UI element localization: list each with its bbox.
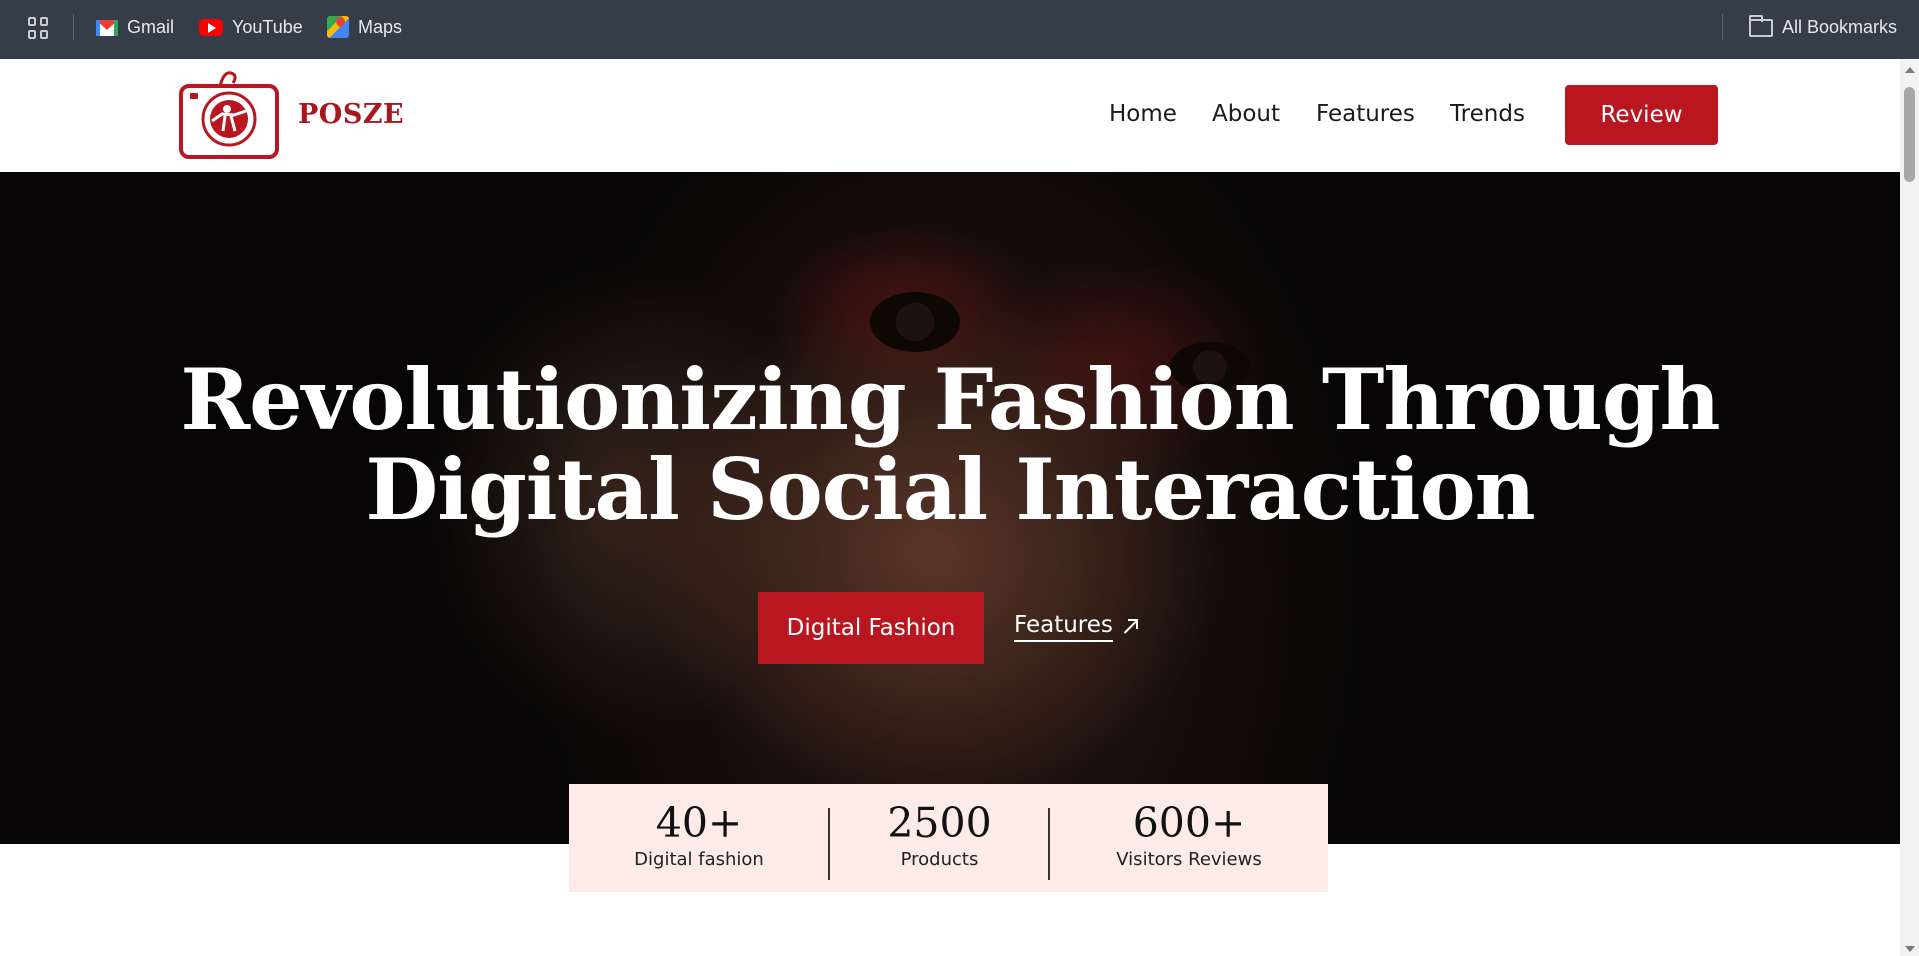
stat-digital-fashion: 40+ Digital fashion — [569, 784, 829, 892]
bookmark-label: Gmail — [127, 16, 175, 37]
bookmarks-divider — [73, 14, 74, 40]
bookmark-label: Maps — [358, 16, 403, 37]
stat-label: Visitors Reviews — [1116, 848, 1262, 870]
scroll-down-arrow-icon[interactable] — [1905, 946, 1915, 952]
nav-trends[interactable]: Trends — [1450, 101, 1525, 127]
scroll-up-arrow-icon[interactable] — [1905, 67, 1915, 73]
stat-value: 40+ — [655, 798, 743, 847]
folder-icon — [1749, 15, 1773, 37]
features-link[interactable]: Features — [1014, 612, 1138, 642]
page-scrollbar[interactable] — [1900, 59, 1919, 956]
bookmark-gmail[interactable]: Gmail — [96, 14, 174, 40]
stat-label: Digital fashion — [634, 848, 764, 870]
bookmarks-divider — [1722, 14, 1723, 40]
hero-title-line: Revolutionizing Fashion Through — [180, 350, 1720, 449]
hero-title-line: Digital Social Interaction — [365, 440, 1535, 539]
bookmarks-bar: Gmail YouTube Maps All Bookmarks — [0, 0, 1919, 59]
scroll-thumb[interactable] — [1904, 87, 1915, 182]
stats-panel: 40+ Digital fashion 2500 Products 600+ V… — [569, 784, 1328, 892]
hero-title: Revolutionizing Fashion Through Digital … — [0, 355, 1900, 535]
bookmark-youtube[interactable]: YouTube — [199, 14, 303, 40]
apps-grid-icon[interactable] — [28, 17, 50, 39]
digital-fashion-button[interactable]: Digital Fashion — [758, 592, 984, 664]
youtube-icon — [199, 18, 223, 36]
gmail-icon — [96, 20, 118, 36]
stat-products: 2500 Products — [829, 784, 1050, 892]
stat-value: 600+ — [1132, 798, 1246, 847]
stat-visitor-reviews: 600+ Visitors Reviews — [1050, 784, 1328, 892]
stat-label: Products — [900, 848, 979, 870]
features-link-label: Features — [1014, 612, 1113, 642]
arrow-up-right-icon — [1121, 619, 1138, 635]
bookmark-label: YouTube — [232, 16, 303, 37]
hero-section: Revolutionizing Fashion Through Digital … — [0, 172, 1900, 844]
maps-icon — [327, 16, 349, 38]
bookmark-maps[interactable]: Maps — [327, 14, 402, 40]
brand-name[interactable]: POSZE — [298, 99, 404, 130]
nav-features[interactable]: Features — [1316, 101, 1415, 127]
all-bookmarks-button[interactable]: All Bookmarks — [1749, 14, 1897, 40]
nav-home[interactable]: Home — [1109, 101, 1177, 127]
nav-about[interactable]: About — [1212, 101, 1280, 127]
site-header: POSZE Home About Features Trends Review — [0, 59, 1900, 172]
stat-value: 2500 — [887, 798, 992, 847]
all-bookmarks-label: All Bookmarks — [1782, 16, 1898, 37]
posze-logo[interactable] — [178, 69, 280, 160]
review-button[interactable]: Review — [1565, 85, 1718, 145]
